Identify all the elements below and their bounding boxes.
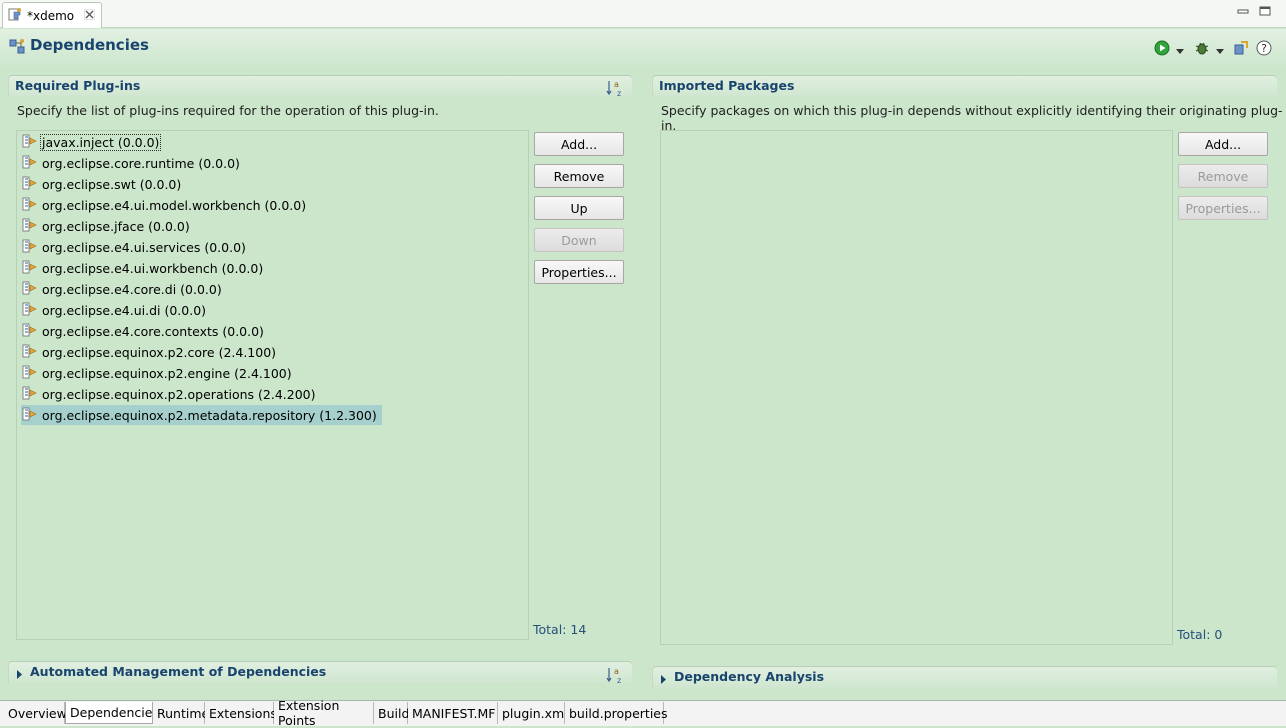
- plugin-list-item-label: org.eclipse.e4.ui.workbench (0.0.0): [42, 260, 264, 276]
- editor-tab[interactable]: *xdemo: [2, 2, 103, 28]
- required-plugins-description: Specify the list of plug-ins required fo…: [17, 103, 439, 118]
- plugin-icon: [21, 301, 39, 320]
- plugin-list-item[interactable]: org.eclipse.core.runtime (0.0.0): [21, 153, 241, 173]
- svg-text:?: ?: [1261, 42, 1267, 55]
- plugin-list-item-label: org.eclipse.jface (0.0.0): [42, 218, 190, 234]
- plugin-icon: [21, 196, 39, 215]
- plugin-icon: [21, 175, 39, 194]
- plugin-icon: [21, 343, 39, 362]
- svg-text:z: z: [617, 676, 621, 684]
- plugin-icon: [21, 280, 39, 299]
- add-package-button[interactable]: Add...: [1178, 132, 1268, 156]
- plugin-manifest-icon: [7, 6, 23, 25]
- plugin-list-item-label: org.eclipse.e4.ui.services (0.0.0): [42, 239, 246, 255]
- plugin-list-item[interactable]: org.eclipse.e4.ui.workbench (0.0.0): [21, 258, 264, 278]
- required-plugins-title: Required Plug-ins: [15, 78, 141, 93]
- page-tab-bar: Overview Dependencies Runtime Extensions Ext…: [0, 698, 1286, 728]
- required-plugins-total: Total: 14: [533, 622, 587, 637]
- plugin-icon: [21, 259, 39, 278]
- required-plugins-list[interactable]: javax.inject (0.0.0) org.eclipse.core.run…: [16, 130, 529, 640]
- plugin-icon: [21, 322, 39, 341]
- plugin-list-item-label: org.eclipse.e4.core.di (0.0.0): [42, 281, 222, 297]
- add-plugin-button[interactable]: Add...: [534, 132, 624, 156]
- page-tab-manifest-mf[interactable]: MANIFEST.MF: [408, 702, 498, 724]
- imported-packages-list[interactable]: [660, 130, 1173, 645]
- maximize-icon[interactable]: [1259, 5, 1271, 16]
- sort-alphabetically-icon[interactable]: a z: [606, 79, 624, 100]
- plugin-icon: [21, 238, 39, 257]
- plugin-list-item-label: org.eclipse.e4.ui.model.workbench (0.0.0…: [42, 197, 307, 213]
- page-tab-plugin-xml[interactable]: plugin.xml: [498, 702, 568, 724]
- plugin-list-item[interactable]: org.eclipse.e4.ui.di (0.0.0): [21, 300, 207, 320]
- plugin-icon: [21, 154, 39, 173]
- page-tab-extensions[interactable]: Extensions: [205, 702, 277, 724]
- plugin-list-item-label: org.eclipse.core.runtime (0.0.0): [42, 155, 240, 171]
- remove-plugin-button[interactable]: Remove: [534, 164, 624, 188]
- export-icon[interactable]: [1233, 40, 1249, 59]
- dependency-analysis-title[interactable]: Dependency Analysis: [674, 669, 824, 684]
- plugin-list-item-label: org.eclipse.equinox.p2.core (2.4.100): [42, 344, 277, 360]
- imported-packages-total: Total: 0: [1177, 627, 1223, 642]
- page-title: Dependencies: [30, 36, 149, 54]
- plugin-list-item[interactable]: org.eclipse.equinox.p2.metadata.reposito…: [21, 405, 382, 425]
- help-icon[interactable]: ?: [1256, 40, 1272, 59]
- down-button[interactable]: Down: [534, 228, 624, 252]
- imported-packages-description: Specify packages on which this plug-in d…: [661, 103, 1283, 133]
- up-button[interactable]: Up: [534, 196, 624, 220]
- plugin-list-item[interactable]: javax.inject (0.0.0): [21, 132, 162, 152]
- page-tab-extension-points[interactable]: Extension Points: [274, 698, 374, 728]
- plugin-icon: [21, 406, 39, 425]
- page-tab-runtime[interactable]: Runtime: [153, 702, 209, 724]
- plugin-list-item-label: org.eclipse.e4.ui.di (0.0.0): [42, 302, 207, 318]
- plugin-list-item[interactable]: org.eclipse.equinox.p2.engine (2.4.100): [21, 363, 293, 383]
- svg-text:z: z: [617, 89, 621, 97]
- debug-icon[interactable]: [1194, 40, 1210, 59]
- plugin-list-item[interactable]: org.eclipse.equinox.p2.operations (2.4.2…: [21, 384, 317, 404]
- plugin-list-item[interactable]: org.eclipse.e4.ui.services (0.0.0): [21, 237, 247, 257]
- plugin-list-item[interactable]: org.eclipse.e4.ui.model.workbench (0.0.0…: [21, 195, 307, 215]
- plugin-list-item[interactable]: org.eclipse.equinox.p2.core (2.4.100): [21, 342, 277, 362]
- collapsed-triangle-icon[interactable]: [17, 668, 23, 682]
- plugin-list-item-label: javax.inject (0.0.0): [39, 133, 162, 151]
- package-properties-button[interactable]: Properties...: [1178, 196, 1268, 220]
- plugin-properties-button[interactable]: Properties...: [534, 260, 624, 284]
- plugin-list-item-label: org.eclipse.equinox.p2.metadata.reposito…: [42, 407, 377, 423]
- page-tab-dependencies[interactable]: Dependencies: [65, 702, 159, 724]
- plugin-icon: [21, 385, 39, 404]
- remove-package-button[interactable]: Remove: [1178, 164, 1268, 188]
- form-header: [0, 29, 1286, 67]
- dropdown-arrow-icon[interactable]: [1216, 44, 1224, 58]
- dependencies-icon: [9, 38, 27, 59]
- plugin-list-item-label: org.eclipse.swt (0.0.0): [42, 176, 182, 192]
- sort-alphabetically-icon[interactable]: a z: [606, 666, 624, 687]
- plugin-list-item-label: org.eclipse.e4.core.contexts (0.0.0): [42, 323, 264, 339]
- close-icon[interactable]: [84, 8, 95, 23]
- run-icon[interactable]: [1154, 40, 1170, 59]
- page-tab-overview[interactable]: Overview: [4, 702, 67, 724]
- collapsed-triangle-icon[interactable]: [661, 673, 667, 687]
- imported-packages-title: Imported Packages: [659, 78, 795, 93]
- plugin-list-item[interactable]: org.eclipse.e4.core.contexts (0.0.0): [21, 321, 265, 341]
- automated-management-title[interactable]: Automated Management of Dependencies: [30, 664, 326, 679]
- plugin-list-item[interactable]: org.eclipse.swt (0.0.0): [21, 174, 182, 194]
- plugin-icon: [21, 364, 39, 383]
- svg-text:a: a: [614, 667, 619, 676]
- page-tab-build[interactable]: Build: [374, 702, 409, 724]
- page-tab-build-properties[interactable]: build.properties: [565, 702, 668, 724]
- svg-text:a: a: [614, 80, 619, 89]
- editor-tab-title: *xdemo: [27, 8, 75, 23]
- plugin-icon: [21, 217, 39, 236]
- plugin-list-item[interactable]: org.eclipse.e4.core.di (0.0.0): [21, 279, 223, 299]
- plugin-icon: [21, 133, 39, 152]
- plugin-list-item[interactable]: org.eclipse.jface (0.0.0): [21, 216, 191, 236]
- dropdown-arrow-icon[interactable]: [1176, 44, 1184, 58]
- plugin-list-item-label: org.eclipse.equinox.p2.operations (2.4.2…: [42, 386, 316, 402]
- plugin-list-item-label: org.eclipse.equinox.p2.engine (2.4.100): [42, 365, 292, 381]
- minimize-icon[interactable]: [1237, 5, 1249, 15]
- editor-tab-strip: [0, 0, 1286, 28]
